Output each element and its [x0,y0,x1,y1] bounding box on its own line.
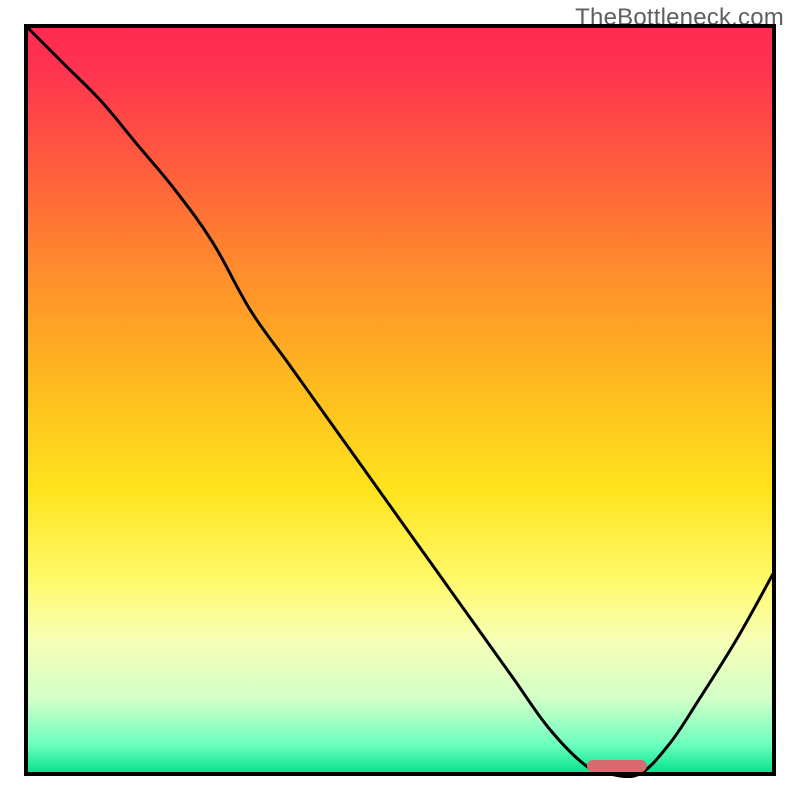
optimal-band-marker [587,760,647,772]
gradient-background [26,26,774,774]
plot-area [22,22,778,778]
chart-frame: TheBottleneck.com [0,0,800,800]
bottleneck-chart [22,22,778,778]
